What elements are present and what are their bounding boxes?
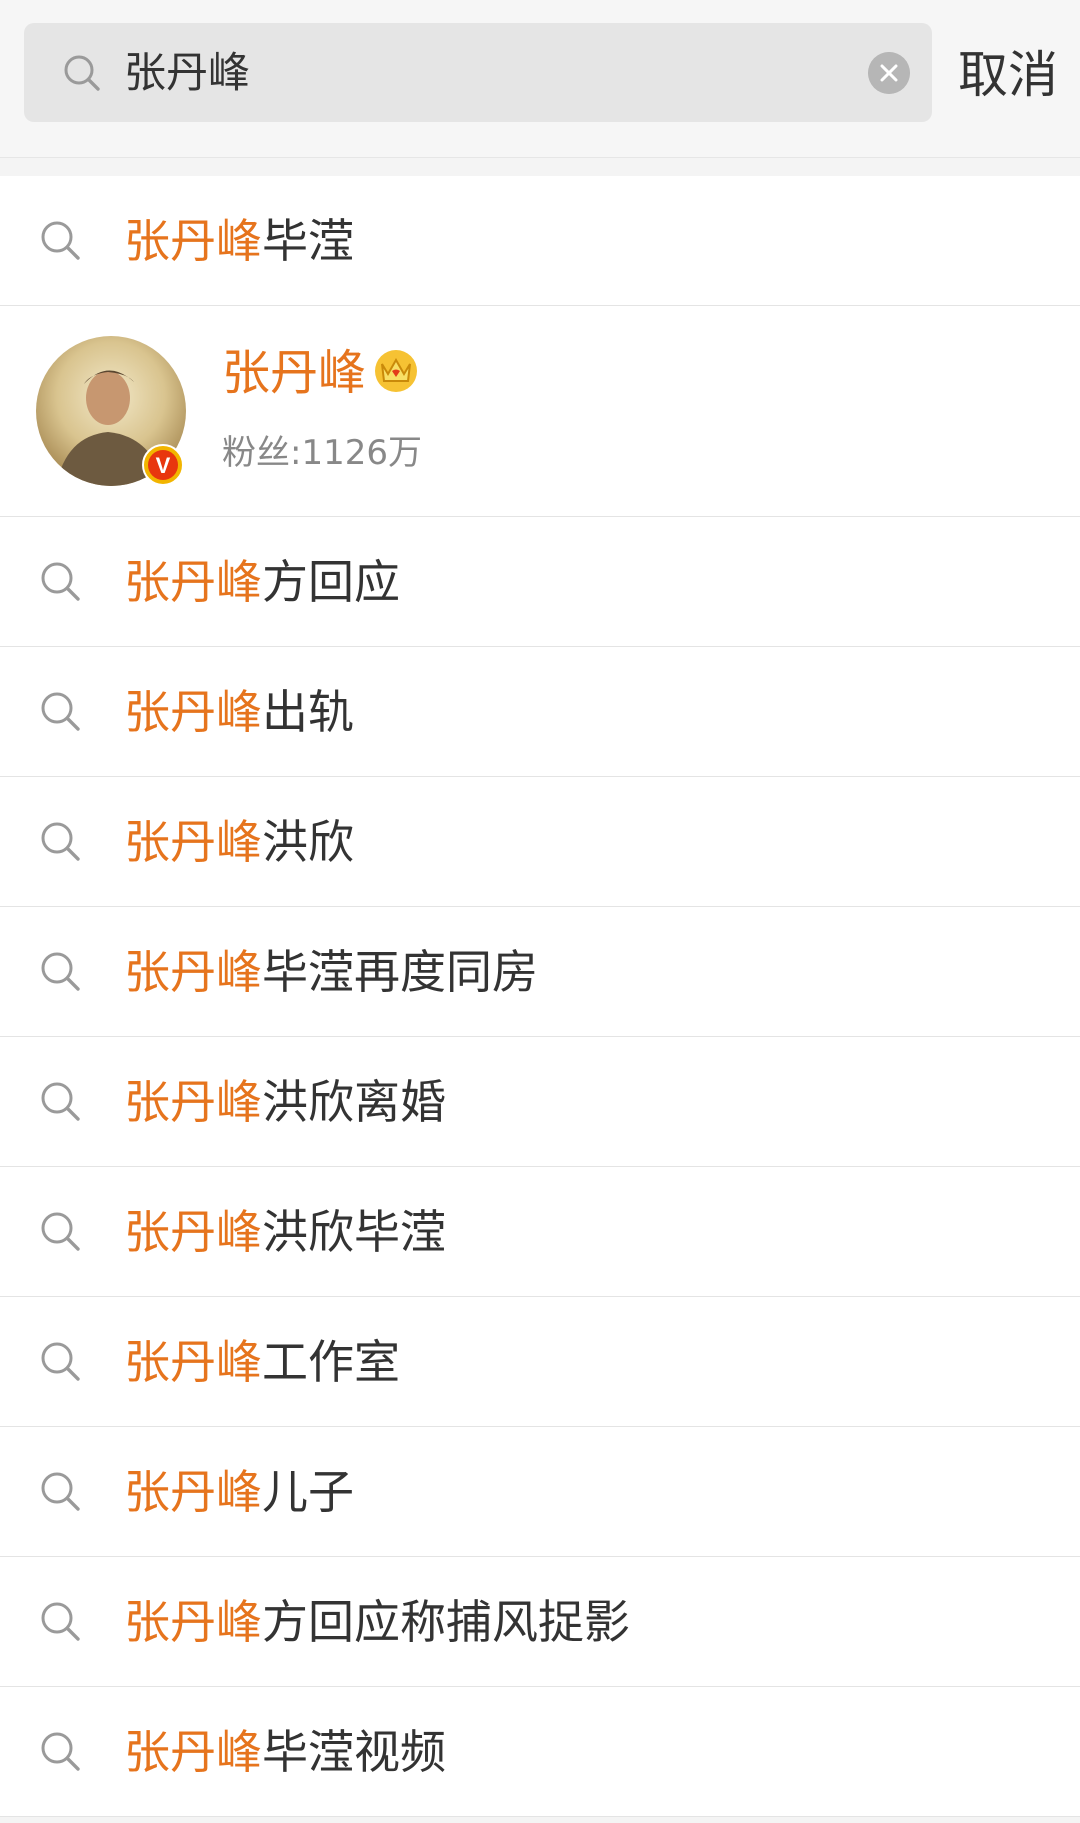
suggestion-rest: 方回应 [262, 555, 400, 609]
suggestion-rest: 工作室 [262, 1335, 400, 1389]
search-icon [41, 822, 80, 861]
suggestion-highlight: 张丹峰 [124, 1205, 262, 1259]
search-icon [41, 1082, 80, 1121]
suggestion-highlight: 张丹峰 [124, 1075, 262, 1129]
search-input[interactable] [124, 23, 824, 122]
suggestion-item[interactable]: 张丹峰方回应 [0, 517, 1080, 647]
suggestion-label: 张丹峰毕滢再度同房 [124, 907, 538, 1037]
user-name[interactable]: 张丹峰 [222, 338, 366, 408]
suggestion-item[interactable]: 张丹峰毕滢视频 [0, 1687, 1080, 1817]
suggestion-label: 张丹峰毕滢视频 [124, 1687, 446, 1817]
suggestion-rest: 洪欣离婚 [262, 1075, 446, 1129]
suggestion-rest: 儿子 [262, 1465, 354, 1519]
suggestion-highlight: 张丹峰 [124, 815, 262, 869]
search-icon [41, 1342, 80, 1381]
svg-text:V: V [156, 453, 171, 478]
suggestion-highlight: 张丹峰 [124, 1725, 262, 1779]
suggestion-highlight: 张丹峰 [124, 1335, 262, 1389]
search-icon [41, 952, 80, 991]
cancel-button[interactable]: 取消 [958, 35, 1058, 115]
clear-icon[interactable] [868, 52, 910, 94]
suggestion-label: 张丹峰洪欣 [124, 777, 354, 907]
suggestion-list: 张丹峰毕滢 V 张丹峰 粉丝:1126万 张丹峰方回应 张丹峰出轨 张丹峰洪欣 … [0, 176, 1080, 1817]
suggestion-rest: 毕滢 [262, 214, 354, 268]
search-box[interactable] [24, 23, 932, 122]
suggestion-rest: 洪欣 [262, 815, 354, 869]
suggestion-highlight: 张丹峰 [124, 945, 262, 999]
suggestion-label: 张丹峰洪欣毕滢 [124, 1167, 446, 1297]
suggestion-label: 张丹峰洪欣离婚 [124, 1037, 446, 1167]
suggestion-label: 张丹峰毕滢 [124, 176, 354, 306]
crown-icon [375, 350, 417, 392]
suggestion-highlight: 张丹峰 [124, 214, 262, 268]
suggestion-item[interactable]: 张丹峰洪欣毕滢 [0, 1167, 1080, 1297]
suggestion-item[interactable]: 张丹峰毕滢再度同房 [0, 907, 1080, 1037]
search-icon [64, 55, 100, 91]
search-icon [41, 1732, 80, 1771]
search-header: 取消 [0, 0, 1080, 158]
suggestion-rest: 洪欣毕滢 [262, 1205, 446, 1259]
verified-badge-icon: V [142, 444, 184, 486]
fans-count: 粉丝:1126万 [222, 433, 422, 473]
suggestion-highlight: 张丹峰 [124, 1595, 262, 1649]
suggestion-rest: 方回应称捕风捉影 [262, 1595, 630, 1649]
suggestion-rest: 毕滢再度同房 [262, 945, 538, 999]
search-icon [41, 221, 80, 260]
search-icon [41, 562, 80, 601]
suggestion-label: 张丹峰出轨 [124, 647, 354, 777]
suggestion-label: 张丹峰儿子 [124, 1427, 354, 1557]
suggestion-item[interactable]: 张丹峰洪欣 [0, 777, 1080, 907]
suggestion-item[interactable]: 张丹峰工作室 [0, 1297, 1080, 1427]
suggestion-highlight: 张丹峰 [124, 685, 262, 739]
suggestion-label: 张丹峰方回应称捕风捉影 [124, 1557, 630, 1687]
suggestion-item[interactable]: 张丹峰洪欣离婚 [0, 1037, 1080, 1167]
search-icon [41, 1602, 80, 1641]
suggestion-item[interactable]: 张丹峰儿子 [0, 1427, 1080, 1557]
suggestion-rest: 毕滢视频 [262, 1725, 446, 1779]
suggestion-label: 张丹峰方回应 [124, 517, 400, 647]
suggestion-highlight: 张丹峰 [124, 1465, 262, 1519]
search-icon [41, 1472, 80, 1511]
search-icon [41, 692, 80, 731]
suggestion-item[interactable]: 张丹峰方回应称捕风捉影 [0, 1557, 1080, 1687]
suggestion-item[interactable]: 张丹峰毕滢 [0, 176, 1080, 306]
search-icon [41, 1212, 80, 1251]
suggestion-rest: 出轨 [262, 685, 354, 739]
suggestion-highlight: 张丹峰 [124, 555, 262, 609]
suggestion-label: 张丹峰工作室 [124, 1297, 400, 1427]
suggestion-item[interactable]: 张丹峰出轨 [0, 647, 1080, 777]
user-result[interactable]: V 张丹峰 粉丝:1126万 [0, 306, 1080, 517]
